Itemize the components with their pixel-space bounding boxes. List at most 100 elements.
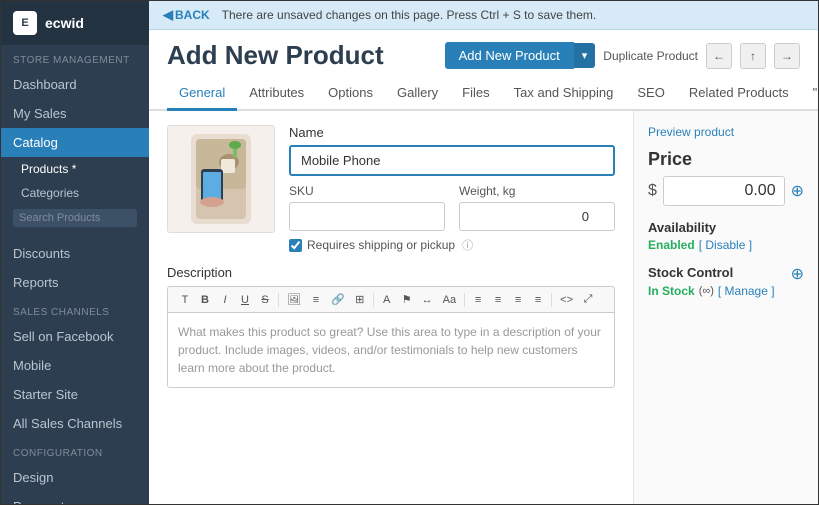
editor-body[interactable]: What makes this product so great? Use th… [167, 312, 615, 388]
sidebar-item-starter-site[interactable]: Starter Site [1, 380, 149, 409]
stock-section: Stock Control ⊕ In Stock (∞) [ Manage ] [648, 264, 804, 298]
stock-header: Stock Control ⊕ [648, 264, 804, 284]
tab-attributes[interactable]: Attributes [237, 77, 316, 111]
price-wrapper [663, 176, 785, 206]
toolbar-link[interactable]: 🔗 [327, 291, 349, 308]
product-image[interactable] [167, 125, 275, 233]
add-product-button[interactable]: Add New Product [445, 42, 574, 69]
toolbar-italic[interactable]: I [216, 292, 234, 308]
duplicate-button[interactable]: Duplicate Product [603, 49, 698, 63]
content-area: Name SKU Weight, kg [149, 111, 818, 504]
shipping-label: Requires shipping or pickup [307, 238, 455, 252]
toolbar-align-justify[interactable]: ≡ [529, 292, 547, 308]
availability-section: Availability Enabled [ Disable ] [648, 220, 804, 252]
tab-related-products[interactable]: Related Products [677, 77, 801, 111]
description-label: Description [167, 265, 615, 280]
sidebar-item-design[interactable]: Design [1, 463, 149, 492]
weight-input[interactable] [459, 202, 615, 231]
toolbar-bold[interactable]: B [196, 292, 214, 308]
price-arrow-icon[interactable]: ⊕ [791, 181, 804, 201]
toolbar-color[interactable]: A [378, 292, 396, 308]
sidebar-item-my-sales[interactable]: My Sales [1, 99, 149, 128]
sidebar-item-reports[interactable]: Reports [1, 268, 149, 297]
tab-files[interactable]: Files [450, 77, 501, 111]
store-management-label: Store Management [1, 45, 149, 70]
manage-link[interactable]: [ Manage ] [718, 284, 775, 298]
search-input[interactable] [13, 209, 137, 227]
toolbar-align-center[interactable]: ≡ [489, 292, 507, 308]
description-section: Description T B I U S 🖼 ≡ 🔗 ⊞ A [167, 265, 615, 388]
sku-input[interactable] [289, 202, 445, 231]
toolbar-sep-3 [464, 293, 465, 307]
top-bar: ◀ BACK There are unsaved changes on this… [149, 1, 818, 30]
sidebar-item-discounts[interactable]: Discounts [1, 239, 149, 268]
toolbar-align-left[interactable]: ≡ [469, 292, 487, 308]
add-product-dropdown[interactable]: ▾ [574, 43, 596, 68]
toolbar-expand[interactable]: ⤢ [579, 291, 597, 308]
weight-field: Weight, kg [459, 184, 615, 231]
toolbar-sep-2 [373, 293, 374, 307]
toolbar-sep-1 [278, 293, 279, 307]
tabs: General Attributes Options Gallery Files… [149, 77, 818, 111]
form-fields: Name SKU Weight, kg [289, 125, 615, 253]
sku-label: SKU [289, 184, 445, 198]
product-image-svg [191, 134, 251, 224]
stock-title: Stock Control [648, 265, 733, 280]
sidebar-item-payment[interactable]: Payment [1, 492, 149, 504]
toolbar-align-right[interactable]: ≡ [509, 292, 527, 308]
nav-back-button[interactable]: ← [706, 43, 732, 69]
shipping-checkbox[interactable] [289, 239, 302, 252]
toolbar-flag[interactable]: ⚑ [398, 291, 416, 308]
disable-link[interactable]: [ Disable ] [699, 238, 752, 252]
toolbar-width[interactable]: ↔ [418, 292, 437, 308]
toolbar-code[interactable]: <> [556, 292, 577, 308]
tab-gallery[interactable]: Gallery [385, 77, 450, 111]
preview-product-link[interactable]: Preview product [648, 125, 804, 139]
sku-field: SKU [289, 184, 445, 231]
price-title: Price [648, 149, 804, 170]
toolbar-underline[interactable]: U [236, 292, 254, 308]
price-input[interactable] [663, 176, 785, 206]
toolbar-case[interactable]: Aa [439, 292, 460, 308]
nav-up-button[interactable]: ↑ [740, 43, 766, 69]
weight-label: Weight, kg [459, 184, 615, 198]
configuration-label: Configuration [1, 438, 149, 463]
sku-weight-row: SKU Weight, kg [289, 184, 615, 231]
sidebar-item-products[interactable]: Products * [1, 157, 149, 181]
tab-general[interactable]: General [167, 77, 237, 111]
nav-forward-button[interactable]: → [774, 43, 800, 69]
tab-options[interactable]: Options [316, 77, 385, 111]
toolbar-text[interactable]: T [176, 292, 194, 308]
sidebar-item-facebook[interactable]: Sell on Facebook [1, 322, 149, 351]
add-btn-group: Add New Product ▾ [445, 42, 596, 69]
tab-seo[interactable]: SEO [625, 77, 676, 111]
page-title: Add New Product [167, 40, 384, 71]
sidebar-item-catalog[interactable]: Catalog [1, 128, 149, 157]
in-stock-status: In Stock [648, 284, 695, 298]
sidebar-item-categories[interactable]: Categories [1, 181, 149, 205]
stock-arrow-icon[interactable]: ⊕ [791, 264, 804, 284]
availability-status: Enabled [ Disable ] [648, 238, 804, 252]
editor-toolbar: T B I U S 🖼 ≡ 🔗 ⊞ A ⚑ ↔ Aa [167, 286, 615, 312]
toolbar-sep-4 [551, 293, 552, 307]
tab-tax-shipping[interactable]: Tax and Shipping [502, 77, 626, 111]
enabled-status: Enabled [648, 238, 695, 252]
toolbar-image[interactable]: 🖼 [283, 291, 305, 308]
shipping-checkbox-row: Requires shipping or pickup ⓘ [289, 237, 615, 253]
back-button[interactable]: ◀ BACK [163, 7, 210, 23]
main-content: ◀ BACK There are unsaved changes on this… [149, 1, 818, 504]
name-input[interactable] [289, 145, 615, 176]
sidebar-item-dashboard[interactable]: Dashboard [1, 70, 149, 99]
toolbar-table[interactable]: ⊞ [351, 291, 369, 308]
sidebar-item-mobile[interactable]: Mobile [1, 351, 149, 380]
sidebar-search [1, 205, 149, 231]
toolbar-strike[interactable]: S [256, 292, 274, 308]
info-icon: ⓘ [462, 237, 473, 253]
name-label: Name [289, 125, 615, 140]
toolbar-list[interactable]: ≡ [307, 292, 325, 308]
sidebar-item-all-sales[interactable]: All Sales Channels [1, 409, 149, 438]
price-section: Price $ ⊕ [648, 149, 804, 206]
stock-status-row: In Stock (∞) [ Manage ] [648, 284, 804, 298]
page-header: Add New Product Add New Product ▾ Duplic… [149, 30, 818, 71]
tab-buy-now[interactable]: "Buy Now" button [801, 77, 818, 111]
